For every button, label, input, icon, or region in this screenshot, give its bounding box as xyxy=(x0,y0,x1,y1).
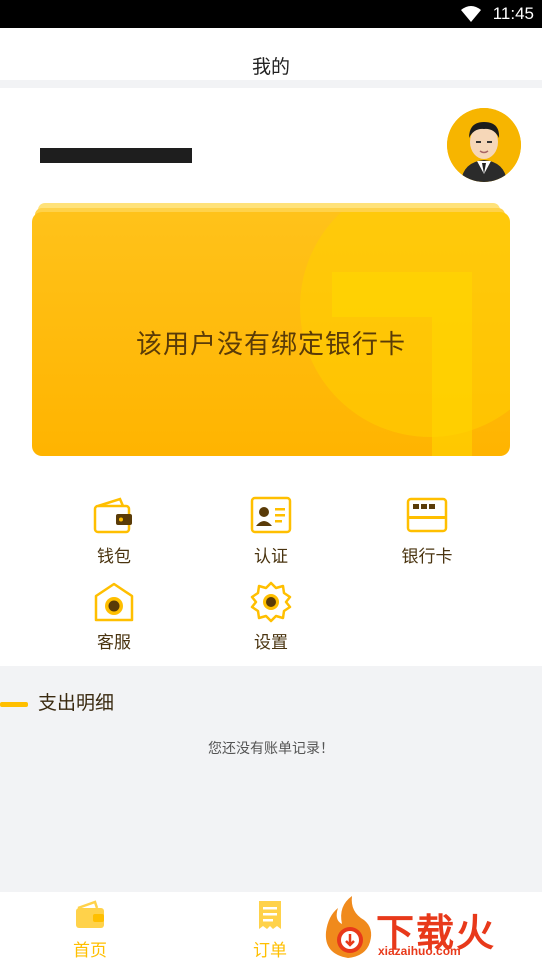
wifi-icon xyxy=(461,6,481,22)
expense-title: 支出明细 xyxy=(38,692,115,714)
menu-item-bank-card[interactable]: 银行卡 xyxy=(372,494,482,567)
watermark: 下载火 xiazaihuo.com xyxy=(320,894,542,964)
expense-empty-text: 您还没有账单记录！ xyxy=(208,741,334,757)
bank-card-message: 该用户没有绑定银行卡 xyxy=(135,330,406,360)
menu-label-verification: 认证 xyxy=(254,547,288,567)
wallet-icon xyxy=(93,497,132,534)
flame-logo-icon xyxy=(325,896,372,958)
avatar-icon xyxy=(447,108,521,182)
tab-orders[interactable]: 订单 xyxy=(210,898,330,961)
id-card-icon xyxy=(250,496,292,534)
expense-section: 支出明细 您还没有账单记录！ xyxy=(0,666,542,892)
bank-card[interactable]: 该用户没有绑定银行卡 xyxy=(32,212,510,456)
user-name-redacted xyxy=(40,148,192,163)
title-bar: 我的 xyxy=(0,28,542,80)
avatar[interactable] xyxy=(447,108,521,182)
watermark-subtext: xiazaihuo.com xyxy=(378,944,461,958)
settings-icon xyxy=(250,581,292,623)
menu-label-customer-service: 客服 xyxy=(97,633,131,653)
menu-label-settings: 设置 xyxy=(254,633,288,653)
menu-item-wallet[interactable]: 钱包 xyxy=(59,494,169,567)
status-bar: 11:45 xyxy=(0,0,542,28)
section-accent-bar xyxy=(0,702,28,707)
customer-service-icon xyxy=(94,582,134,622)
home-icon xyxy=(76,900,104,928)
tab-label-orders: 订单 xyxy=(253,941,287,961)
menu-item-verification[interactable]: 认证 xyxy=(216,494,326,567)
status-time: 11:45 xyxy=(492,4,534,23)
menu-item-customer-service[interactable]: 客服 xyxy=(59,580,169,653)
menu-label-bank-card: 银行卡 xyxy=(401,547,453,567)
tab-label-home: 首页 xyxy=(73,941,107,961)
bank-card-icon xyxy=(406,497,448,533)
page-title: 我的 xyxy=(251,56,290,78)
order-icon xyxy=(259,901,281,929)
tab-home[interactable]: 首页 xyxy=(30,898,150,961)
header-divider xyxy=(0,80,542,88)
menu-item-settings[interactable]: 设置 xyxy=(216,580,326,653)
menu-label-wallet: 钱包 xyxy=(97,547,131,567)
